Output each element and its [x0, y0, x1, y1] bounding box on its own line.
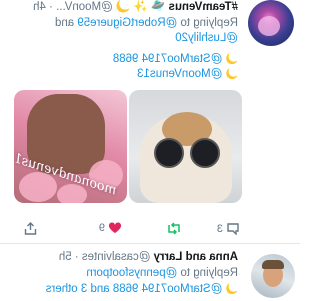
reply-context: Replying to @RobertGiguere59 and — [55, 16, 238, 31]
timestamp[interactable]: · 4h — [33, 1, 53, 13]
mention[interactable]: @StarMoo7194 9688 — [113, 53, 223, 65]
like-button[interactable]: 9 — [99, 222, 122, 234]
reply-mention[interactable]: @RobertGiguere59 — [77, 17, 177, 29]
tweet-image-portrait[interactable]: moonandvenus13 — [14, 90, 127, 203]
tweet[interactable]: Anna and Larry @casalvintes · 5h Replyin… — [0, 243, 300, 301]
tweet-text-line: 🌙 @StarMoo7194 9688 and 3 others — [46, 282, 238, 297]
reply-button[interactable]: 3 — [217, 222, 240, 235]
mention[interactable]: @MoonVenus13 — [137, 68, 222, 80]
reply-and: and — [54, 17, 75, 29]
reply-mention[interactable]: @pennysfootporn — [86, 267, 177, 279]
tweet-header: Anna and Larry @casalvintes · 5h — [59, 250, 238, 265]
tweet-header: #TeamVenus 🛸 ✨ 🌙 @MoonV... · 4h — [33, 0, 238, 15]
moon-icon: 🌙 — [225, 69, 238, 80]
retweet-icon — [166, 222, 182, 235]
name-emoji: 🛸 ✨ 🌙 — [115, 1, 166, 13]
tweet[interactable]: #TeamVenus 🛸 ✨ 🌙 @MoonV... · 4h Replying… — [0, 0, 300, 243]
handle[interactable]: @casalvintes — [82, 251, 151, 263]
tweet-text-line: 🌙 @StarMoo7194 9688 — [113, 52, 238, 67]
timeline: #TeamVenus 🛸 ✨ 🌙 @MoonV... · 4h Replying… — [0, 0, 300, 301]
tweet-actions: 3 9 — [12, 222, 242, 240]
avatar[interactable] — [251, 254, 295, 298]
reply-prefix: Replying to — [180, 17, 238, 29]
reply-icon — [226, 222, 240, 235]
retweet-button[interactable] — [163, 222, 182, 235]
reply-prefix: Replying to — [180, 267, 238, 279]
handle[interactable]: @MoonV... — [56, 1, 113, 13]
moon-icon: 🌙 — [225, 54, 238, 65]
avatar[interactable] — [248, 0, 294, 46]
display-name[interactable]: Anna and Larry — [154, 251, 238, 263]
mention[interactable]: @StarMoo7194 9688 and 3 others — [46, 283, 223, 295]
display-name[interactable]: #TeamVenus — [169, 1, 238, 13]
reply-context: Replying to @pennysfootporn — [86, 266, 238, 281]
tweet-text-line: 🌙 @MoonVenus13 — [137, 67, 238, 82]
timestamp[interactable]: · 5h — [59, 251, 79, 263]
like-count: 9 — [98, 222, 105, 234]
reply-count: 3 — [216, 222, 223, 235]
share-button[interactable] — [24, 222, 37, 235]
share-icon — [24, 222, 37, 235]
reply-context-line2: @Lushlily20 — [175, 31, 238, 46]
moon-icon: 🌙 — [225, 284, 238, 295]
reply-mention[interactable]: @Lushlily20 — [175, 32, 238, 44]
like-icon — [108, 222, 122, 234]
tweet-image-cat[interactable] — [129, 90, 242, 203]
